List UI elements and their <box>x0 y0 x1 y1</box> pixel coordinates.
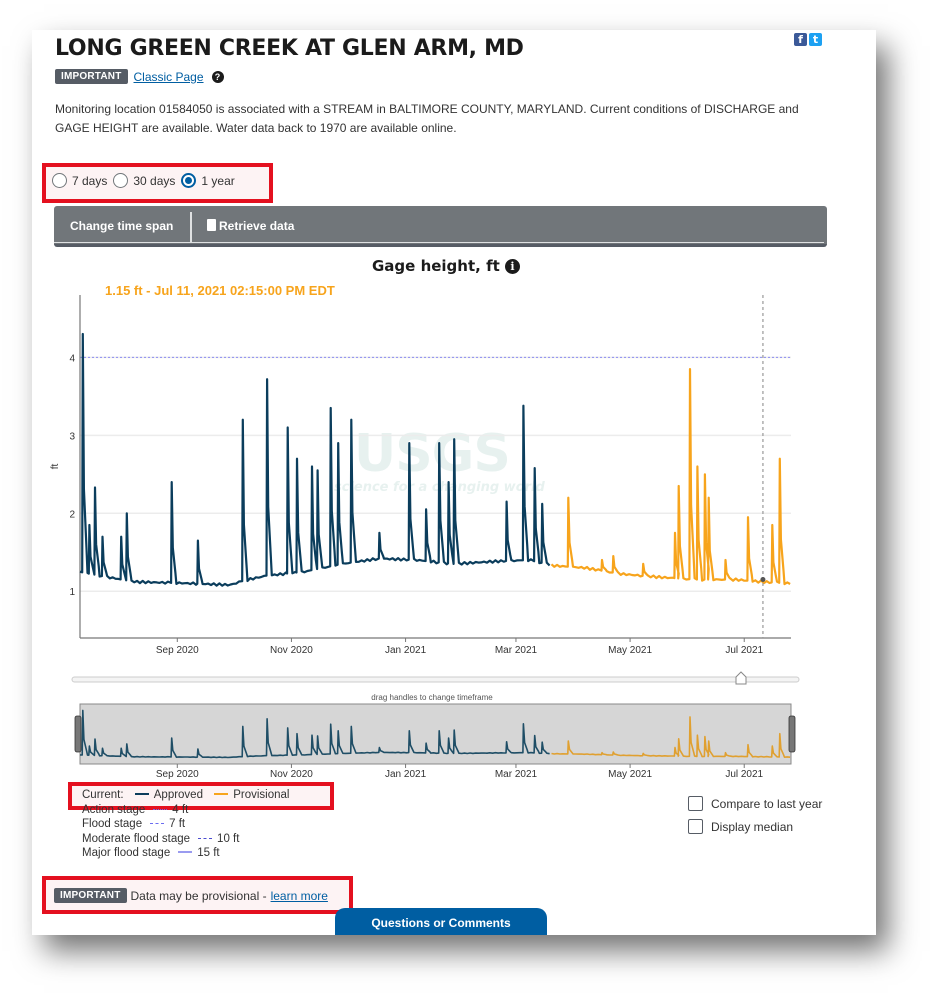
flood-stage-value: 7 ft <box>169 818 186 830</box>
important-badge-footer: IMPORTANT <box>54 888 127 903</box>
brush-area[interactable] <box>79 703 792 765</box>
x-tick-label: Mar 2021 <box>495 645 538 656</box>
questions-or-comments-button[interactable]: Questions or Comments <box>335 908 547 935</box>
x-tick-label: Sep 2020 <box>156 645 199 656</box>
action-stage-swatch <box>153 808 168 810</box>
brush-caption: drag handles to change timeframe <box>371 693 493 702</box>
timeframe-slider-handle[interactable] <box>735 671 747 685</box>
y-tick-label: 4 <box>69 353 75 364</box>
gage-height-chart[interactable]: 1 2 3 4 ft Sep 2020 Nov 2020 Jan 2021 Mar 2021 Ma… <box>32 30 876 790</box>
major-flood-stage-swatch <box>178 851 193 853</box>
brush-x-tick-label: Jul 2021 <box>725 769 763 780</box>
brush-right-handle[interactable] <box>788 715 796 753</box>
x-tick-label: May 2021 <box>608 645 652 656</box>
learn-more-link[interactable]: learn more <box>271 889 328 903</box>
legend-provisional-swatch <box>214 793 229 795</box>
major-flood-stage-label: Major flood stage <box>82 847 171 859</box>
provisional-text: Data may be provisional - <box>130 888 267 903</box>
y-axis-label: ft <box>50 464 61 470</box>
moderate-flood-stage-swatch <box>198 837 213 839</box>
series-line-provisional <box>550 368 791 586</box>
flood-stage-swatch <box>150 823 165 824</box>
x-tick-label: Jul 2021 <box>725 645 763 656</box>
legend-approved-swatch <box>134 793 149 795</box>
brush-x-tick-label: Mar 2021 <box>495 769 538 780</box>
x-tick-label: Nov 2020 <box>270 645 313 656</box>
display-median-option[interactable]: Display median <box>688 819 822 834</box>
provisional-notice: IMPORTANT Data may be provisional - lear… <box>54 888 328 903</box>
brush-x-tick-label: Nov 2020 <box>270 769 313 780</box>
legend-approved-label: Approved <box>153 789 203 801</box>
cursor-point <box>760 577 766 583</box>
action-stage-value: 4 ft <box>172 803 189 816</box>
legend-action-stage: Action stage 4 ft <box>82 803 289 818</box>
legend-major-flood-stage: Major flood stage 15 ft <box>82 846 289 861</box>
display-median-label[interactable]: Display median <box>711 820 793 834</box>
y-tick-label: 1 <box>69 587 75 598</box>
chart-legend: Current: Approved Provisional Action sta… <box>82 788 289 861</box>
x-tick-label: Jan 2021 <box>385 645 427 656</box>
brush-x-tick-label: Sep 2020 <box>156 769 199 780</box>
brush-x-tick-label: Jan 2021 <box>385 769 427 780</box>
compare-last-year-label[interactable]: Compare to last year <box>711 797 822 811</box>
y-tick-label: 2 <box>69 509 75 520</box>
flood-stage-label: Flood stage <box>82 818 143 830</box>
display-median-checkbox[interactable] <box>688 819 703 834</box>
page-card: LONG GREEN CREEK AT GLEN ARM, MD f t IMP… <box>32 30 876 935</box>
brush-x-tick-label: May 2021 <box>608 769 652 780</box>
moderate-flood-stage-value: 10 ft <box>217 832 240 845</box>
timeframe-slider-track <box>71 676 800 683</box>
chart-options: Compare to last year Display median <box>688 796 822 842</box>
moderate-flood-stage-label: Moderate flood stage <box>82 832 191 845</box>
legend-current-row: Current: Approved Provisional <box>82 788 289 803</box>
series-line-approved <box>79 332 551 587</box>
legend-moderate-flood-stage: Moderate flood stage 10 ft <box>82 832 289 847</box>
major-flood-stage-value: 15 ft <box>197 847 220 859</box>
brush-left-handle[interactable] <box>74 715 82 753</box>
action-stage-label: Action stage <box>82 803 146 816</box>
legend-flood-stage: Flood stage 7 ft <box>82 817 289 832</box>
y-tick-label: 3 <box>69 431 75 442</box>
legend-current-label: Current: <box>82 789 124 801</box>
legend-provisional-label: Provisional <box>233 789 290 801</box>
compare-last-year-checkbox[interactable] <box>688 796 703 811</box>
compare-last-year-option[interactable]: Compare to last year <box>688 796 822 811</box>
